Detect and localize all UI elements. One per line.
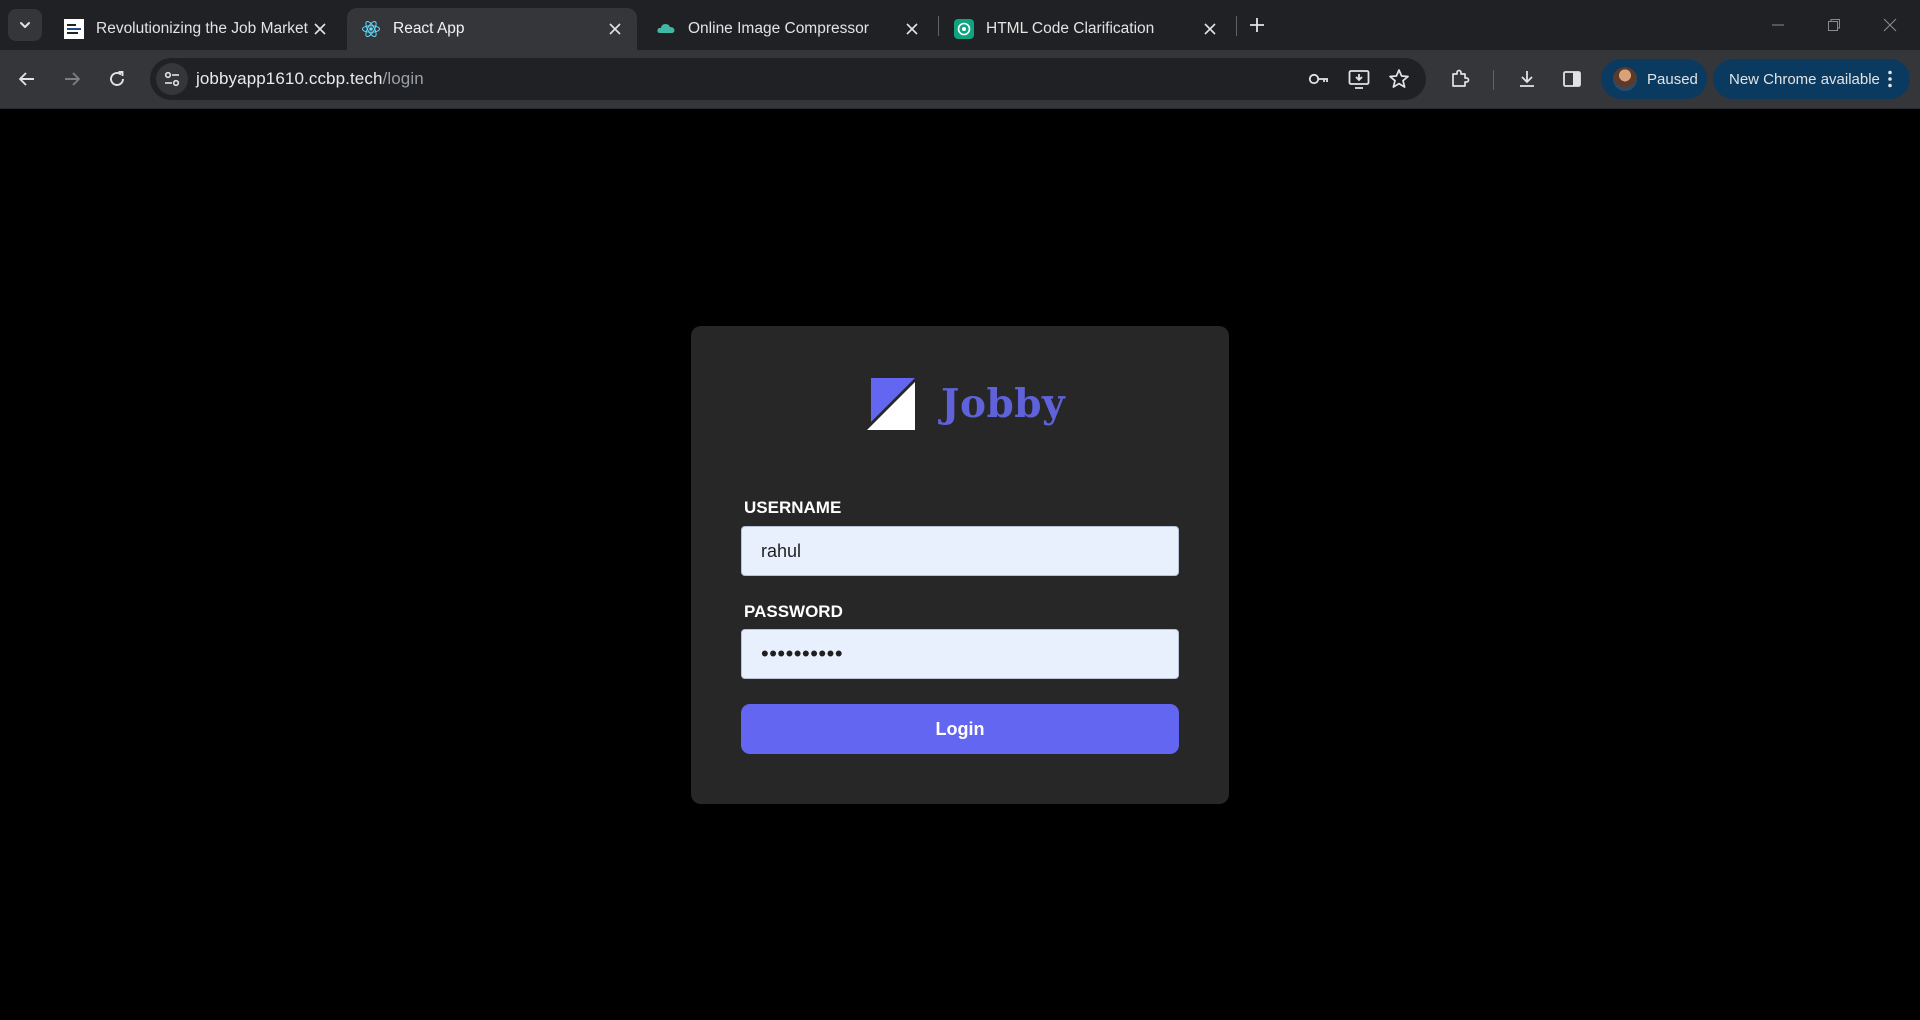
password-label: PASSWORD [744,602,843,621]
url-text[interactable]: jobbyapp1610.ccbp.tech/login [196,69,424,89]
tab-separator [1236,16,1237,36]
site-info-button[interactable] [156,63,188,95]
profile-status: Paused [1647,70,1698,88]
jobby-logo: Jobby [867,378,1065,430]
plus-icon [1250,18,1264,32]
tab-react-app[interactable]: React App [347,8,637,50]
tab-title: Online Image Compressor [688,20,869,37]
restore-icon [1828,19,1840,31]
forward-button[interactable] [55,62,89,96]
update-chrome-button[interactable]: New Chrome available [1713,59,1910,99]
username-label: USERNAME [744,498,842,517]
chevron-down-icon [20,22,30,28]
react-logo-icon [361,19,381,39]
cloud-icon [656,19,676,39]
tab-title: Revolutionizing the Job Market [96,20,308,37]
install-app-button[interactable] [1347,67,1371,91]
star-icon [1389,69,1409,88]
news-favicon-icon [64,19,84,39]
downloads-button[interactable] [1510,62,1544,96]
tab-title: React App [393,20,465,37]
tab-separator [938,16,939,36]
arrow-right-icon [65,72,80,86]
browser-toolbar: jobbyapp1610.ccbp.tech/login Paused New … [0,50,1920,109]
puzzle-icon [1452,69,1470,87]
new-tab-button[interactable] [1244,12,1270,38]
tab-search-button[interactable] [8,9,42,41]
side-panel-icon [1563,71,1581,87]
tab-title: HTML Code Clarification [986,20,1155,37]
close-icon [1883,18,1897,32]
logo-text: Jobby [941,381,1066,427]
close-icon[interactable] [605,19,625,39]
tab-html-clarification[interactable]: HTML Code Clarification [940,8,1232,50]
more-vert-icon [1888,70,1892,88]
arrow-left-icon [19,72,34,86]
profile-button[interactable]: Paused [1601,59,1707,99]
username-input[interactable]: rahul [741,526,1179,576]
tab-revolutionizing[interactable]: Revolutionizing the Job Market [50,8,342,50]
close-icon[interactable] [310,19,330,39]
extensions-button[interactable] [1443,62,1477,96]
restore-button[interactable] [1806,0,1862,50]
chatgpt-icon [954,19,974,39]
password-key-button[interactable] [1307,67,1331,91]
login-card: Jobby USERNAME rahul PASSWORD ••••••••••… [691,326,1229,804]
download-icon [1520,71,1534,87]
address-bar[interactable]: jobbyapp1610.ccbp.tech/login [150,58,1426,100]
url-path: /login [382,69,424,88]
page-viewport: Jobby USERNAME rahul PASSWORD ••••••••••… [0,110,1920,1020]
install-icon [1348,70,1370,89]
tab-strip: Revolutionizing the Job Market React App… [0,0,1920,50]
jobby-logo-icon [867,378,915,430]
reload-icon [110,71,124,86]
back-button[interactable] [10,62,44,96]
window-close-button[interactable] [1862,0,1918,50]
tune-icon [164,71,180,87]
tab-image-compressor[interactable]: Online Image Compressor [642,8,934,50]
side-panel-button[interactable] [1555,62,1589,96]
minimize-button[interactable] [1750,0,1806,50]
update-label: New Chrome available [1729,70,1880,88]
url-host: jobbyapp1610.ccbp.tech [196,69,383,88]
toolbar-divider [1493,70,1494,90]
close-icon[interactable] [902,19,922,39]
avatar [1613,67,1637,91]
login-button[interactable]: Login [741,704,1179,754]
minimize-icon [1772,24,1784,26]
password-input[interactable]: •••••••••• [741,629,1179,679]
bookmark-button[interactable] [1387,67,1411,91]
close-icon[interactable] [1200,19,1220,39]
reload-button[interactable] [100,62,134,96]
key-icon [1308,73,1328,85]
